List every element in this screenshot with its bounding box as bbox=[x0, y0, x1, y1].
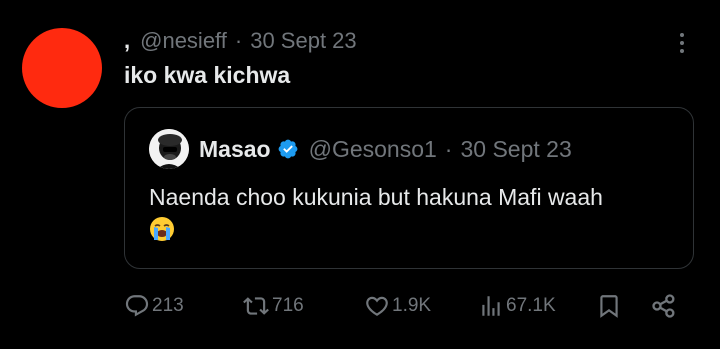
like-button[interactable]: 1.9K bbox=[364, 287, 431, 325]
tweet-text: iko kwa kichwa bbox=[124, 62, 291, 88]
share-button[interactable] bbox=[650, 287, 678, 325]
share-icon bbox=[650, 292, 678, 320]
heart-icon bbox=[364, 293, 390, 319]
verified-badge-icon bbox=[277, 138, 299, 160]
quoted-author-display-name[interactable]: Masao bbox=[199, 136, 271, 163]
bookmark-icon bbox=[596, 293, 622, 319]
tweet[interactable]: , @nesieff · 30 Sept 23 iko kwa kichwa M… bbox=[0, 0, 720, 349]
views-button[interactable]: 67.1K bbox=[478, 287, 556, 325]
quoted-author-avatar[interactable] bbox=[149, 129, 189, 169]
author-display-name[interactable]: , bbox=[124, 28, 130, 54]
bookmark-button[interactable] bbox=[596, 287, 622, 325]
repost-button[interactable]: 716 bbox=[242, 287, 304, 325]
views-chart-icon bbox=[478, 293, 504, 319]
quoted-tweet-header: Masao @Gesonso1 · 30 Sept 23 bbox=[199, 134, 572, 164]
quoted-tweet-card[interactable]: Masao @Gesonso1 · 30 Sept 23 Naenda choo… bbox=[124, 107, 694, 269]
more-options-icon[interactable] bbox=[674, 28, 690, 58]
reply-icon bbox=[124, 293, 150, 319]
loudly-crying-face-icon bbox=[149, 216, 175, 242]
author-handle[interactable]: @nesieff bbox=[140, 28, 227, 54]
quoted-tweet-text: Naenda choo kukunia but hakuna Mafi waah bbox=[149, 184, 603, 210]
tweet-date[interactable]: 30 Sept 23 bbox=[250, 28, 356, 54]
tweet-header: , @nesieff · 30 Sept 23 bbox=[124, 26, 357, 56]
quoted-author-handle[interactable]: @Gesonso1 bbox=[309, 136, 437, 163]
quoted-header-separator: · bbox=[444, 135, 453, 162]
views-count: 67.1K bbox=[506, 295, 556, 316]
header-separator: · bbox=[234, 28, 243, 53]
tweet-actions-bar: 213 716 1.9K 67.1K bbox=[124, 287, 694, 325]
quoted-tweet-date[interactable]: 30 Sept 23 bbox=[460, 136, 571, 163]
repost-icon bbox=[242, 293, 270, 319]
reply-count: 213 bbox=[152, 295, 184, 316]
author-avatar[interactable] bbox=[22, 28, 102, 108]
reply-button[interactable]: 213 bbox=[124, 287, 184, 325]
like-count: 1.9K bbox=[392, 295, 432, 316]
repost-count: 716 bbox=[272, 295, 304, 316]
